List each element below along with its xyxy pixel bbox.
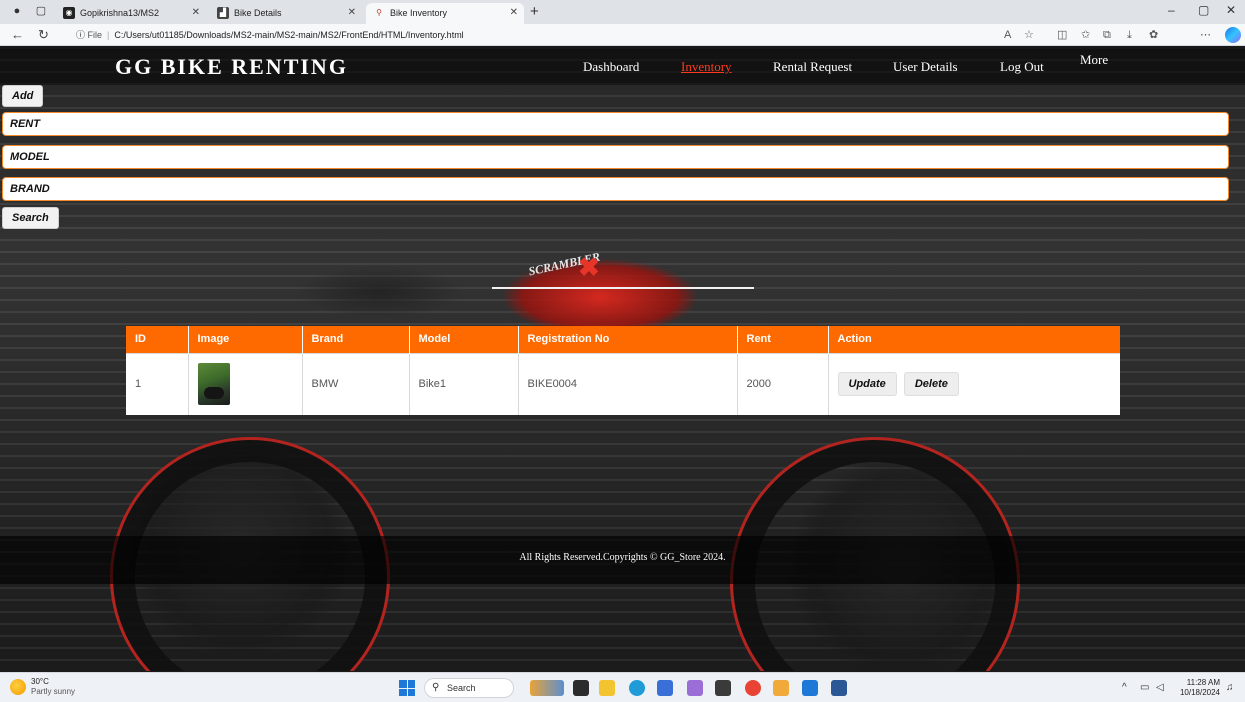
browser-tab-bike-inventory[interactable]: ⚲ Bike Inventory ✕: [366, 3, 524, 24]
inventory-page: SCRAMBLER ✖ GG BIKE RENTING Dashboard In…: [0, 47, 1245, 671]
nav-link-user-details[interactable]: User Details: [893, 59, 958, 75]
favorites-icon[interactable]: ✩: [1081, 28, 1090, 42]
close-tab-icon[interactable]: ✕: [348, 3, 356, 23]
paint-icon[interactable]: [773, 680, 789, 696]
weather-sun-icon[interactable]: [10, 679, 26, 695]
nav-link-rental-request[interactable]: Rental Request: [773, 59, 852, 75]
profile-icon[interactable]: ●: [10, 4, 24, 18]
top-navigation: GG BIKE RENTING Dashboard Inventory Rent…: [0, 47, 1245, 85]
cell-id: 1: [126, 352, 189, 415]
bike-favicon-icon: ⚲: [376, 8, 382, 17]
page-footer: All Rights Reserved.Copyrights © GG_Stor…: [0, 536, 1245, 584]
model-input[interactable]: MODEL: [2, 145, 1229, 169]
cell-image: [188, 352, 303, 415]
update-button[interactable]: Update: [837, 372, 897, 397]
cell-model: Bike1: [409, 352, 519, 415]
rent-input[interactable]: RENT: [2, 112, 1229, 136]
address-bar: ← ↻ ⓘ File | C:/Users/ut01185/Downloads/MS…: [0, 24, 1245, 46]
downloads-icon[interactable]: ⤓: [1127, 28, 1132, 42]
collections-icon[interactable]: ⧉: [1103, 28, 1111, 42]
search-button[interactable]: Search: [2, 207, 59, 229]
windows-taskbar: 30°C Partly sunny ⚲ Search ^ ▭ ◁ 11:28 A…: [0, 672, 1245, 702]
browser-tab-bike-details[interactable]: ▟ Bike Details ✕: [210, 3, 362, 24]
back-icon[interactable]: ←: [11, 27, 24, 43]
minimize-icon[interactable]: –: [1168, 3, 1175, 17]
close-window-icon[interactable]: ✕: [1226, 3, 1236, 17]
store-icon[interactable]: [657, 680, 673, 696]
nav-link-more[interactable]: More: [1080, 52, 1108, 68]
visual-studio-icon[interactable]: [687, 680, 703, 696]
column-header-id: ID: [126, 326, 189, 353]
widgets-app-icon[interactable]: [530, 680, 564, 696]
task-view-icon[interactable]: [573, 680, 589, 696]
column-header-brand: Brand: [302, 326, 410, 353]
read-aloud-icon[interactable]: A: [1004, 28, 1011, 42]
workspaces-icon[interactable]: ▢: [34, 4, 48, 18]
table-row: 1 BMW Bike1 BIKE0004 2000 Update Delete: [126, 352, 1120, 415]
delete-button[interactable]: Delete: [903, 372, 959, 397]
column-header-action: Action: [828, 326, 1120, 353]
favorite-star-icon[interactable]: ☆: [1024, 28, 1034, 42]
close-tab-icon[interactable]: ✕: [510, 3, 518, 23]
weather-condition[interactable]: Partly sunny: [31, 687, 75, 696]
cell-rent: 2000: [737, 352, 829, 415]
clock-date[interactable]: 10/18/2024: [1170, 688, 1220, 697]
bike-favicon-icon: ▟: [217, 7, 229, 19]
inventory-table: ID Image Brand Model Registration No Ren…: [126, 326, 1120, 415]
chrome-icon[interactable]: [745, 680, 761, 696]
column-header-image: Image: [188, 326, 303, 353]
windows-start-icon[interactable]: [399, 680, 415, 696]
cell-brand: BMW: [302, 352, 410, 415]
column-header-registration: Registration No: [518, 326, 738, 353]
nav-link-inventory[interactable]: Inventory: [681, 59, 732, 75]
github-icon: ◉: [63, 7, 75, 19]
cell-registration: BIKE0004: [518, 352, 738, 415]
tank-x-graphic: ✖: [578, 252, 600, 282]
column-header-model: Model: [409, 326, 519, 353]
refresh-icon[interactable]: ↻: [38, 27, 49, 43]
clock-time[interactable]: 11:28 AM: [1170, 678, 1220, 687]
settings-more-icon[interactable]: ⋯: [1200, 28, 1211, 42]
column-header-rent: Rent: [737, 326, 829, 353]
file-explorer-icon[interactable]: [599, 680, 615, 696]
restore-icon[interactable]: ▢: [1198, 3, 1209, 17]
nav-link-dashboard[interactable]: Dashboard: [583, 59, 639, 75]
bike-thumbnail[interactable]: [197, 363, 230, 406]
browser-tab-strip: ● ▢ ◉ Gopikrishna13/MS2 ✕ ▟ Bike Details…: [0, 0, 1245, 24]
split-screen-icon[interactable]: ◫: [1057, 28, 1067, 42]
table-header-row: ID Image Brand Model Registration No Ren…: [126, 326, 1120, 353]
site-title: GG BIKE RENTING: [115, 54, 348, 79]
extensions-icon[interactable]: ✿: [1149, 28, 1158, 42]
copilot-icon[interactable]: [1225, 27, 1241, 43]
vscode-icon[interactable]: [802, 680, 818, 696]
new-tab-button[interactable]: +: [530, 3, 539, 20]
close-tab-icon[interactable]: ✕: [192, 3, 200, 23]
url-field[interactable]: ⓘ File | C:/Users/ut01185/Downloads/MS2-ma…: [76, 28, 464, 42]
nav-link-log-out[interactable]: Log Out: [1000, 59, 1044, 75]
taskbar-search[interactable]: ⚲ Search: [424, 678, 514, 698]
edge-icon[interactable]: [629, 680, 645, 696]
weather-temperature[interactable]: 30°C: [31, 677, 49, 686]
word-icon[interactable]: [831, 680, 847, 696]
network-icon[interactable]: ▭: [1140, 682, 1149, 693]
browser-tab-github[interactable]: ◉ Gopikrishna13/MS2 ✕: [56, 3, 206, 24]
terminal-icon[interactable]: [715, 680, 731, 696]
info-icon[interactable]: ⓘ: [76, 30, 85, 40]
volume-icon[interactable]: ◁: [1156, 682, 1164, 693]
divider: [492, 287, 754, 289]
search-icon: ⚲: [432, 682, 440, 693]
add-button[interactable]: Add: [2, 85, 44, 107]
cell-action: Update Delete: [828, 352, 1120, 415]
brand-input[interactable]: BRAND: [2, 177, 1229, 201]
tray-chevron-up-icon[interactable]: ^: [1122, 682, 1127, 693]
notification-bell-icon[interactable]: ♫: [1226, 682, 1234, 693]
